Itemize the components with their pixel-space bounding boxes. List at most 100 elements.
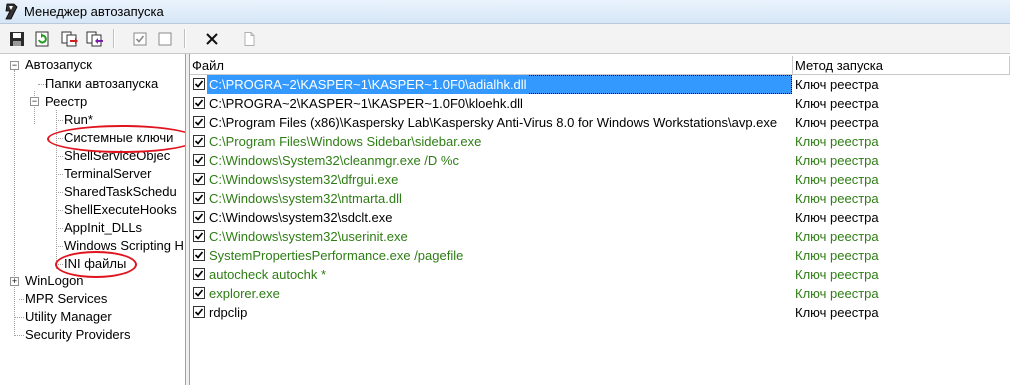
file-cell: C:\Windows\System32\cleanmgr.exe /D %c: [190, 151, 793, 170]
row-checkbox[interactable]: [193, 230, 205, 242]
table-row[interactable]: C:\PROGRA~2\KASPER~1\KASPER~1.0F0\adialh…: [190, 75, 1010, 94]
row-checkbox[interactable]: [193, 211, 205, 223]
column-header-file[interactable]: Файл: [190, 56, 793, 75]
table-row[interactable]: autocheck autochk * Ключ реестра: [190, 265, 1010, 284]
uncheck-icon: [158, 32, 171, 45]
row-checkbox[interactable]: [193, 287, 205, 299]
row-checkbox[interactable]: [193, 135, 205, 147]
file-path: explorer.exe: [209, 286, 280, 301]
uncheck-all-button[interactable]: [154, 28, 175, 49]
check-all-button[interactable]: [129, 28, 150, 49]
new-entry-button[interactable]: [238, 28, 259, 49]
tree-item-autorun[interactable]: Автозапуск: [25, 56, 92, 74]
toolbar-separator: [184, 29, 186, 48]
checkmark-icon: [194, 251, 204, 259]
table-row[interactable]: C:\PROGRA~2\KASPER~1\KASPER~1.0F0\kloehk…: [190, 94, 1010, 113]
export-button[interactable]: [59, 28, 80, 49]
table-row[interactable]: C:\Windows\system32\ntmarta.dll Ключ реес…: [190, 189, 1010, 208]
method-cell: Ключ реестра: [795, 77, 879, 92]
tree-item-sharedtaskscheduler[interactable]: SharedTaskSchedu: [64, 183, 177, 201]
file-cell: C:\PROGRA~2\KASPER~1\KASPER~1.0F0\adialh…: [190, 75, 793, 94]
row-checkbox[interactable]: [193, 173, 205, 185]
table-row[interactable]: C:\Windows\System32\cleanmgr.exe /D %c Кл…: [190, 151, 1010, 170]
checkmark-icon: [194, 175, 204, 183]
file-cell: rdpclip: [190, 303, 793, 322]
table-row[interactable]: rdpclip Ключ реестра: [190, 303, 1010, 322]
import-icon: [86, 31, 103, 46]
method-cell: Ключ реестра: [795, 134, 879, 149]
collapse-root-toggle[interactable]: −: [10, 61, 19, 70]
row-checkbox[interactable]: [193, 249, 205, 261]
autorun-list[interactable]: Файл Метод запуска C:\PROGRA~2\KASPER~1\…: [190, 54, 1010, 385]
table-row[interactable]: C:\Program Files (x86)\Kaspersky Lab\Kas…: [190, 113, 1010, 132]
file-path: C:\PROGRA~2\KASPER~1\KASPER~1.0F0\adialh…: [207, 75, 529, 94]
category-tree[interactable]: − Автозапуск Папки автозапуска − Реестр …: [0, 54, 186, 385]
file-path: rdpclip: [209, 305, 248, 320]
expand-winlogon-toggle[interactable]: +: [10, 277, 19, 286]
checkmark-icon: [194, 80, 204, 88]
tree-connector: [14, 335, 24, 336]
refresh-icon: [35, 31, 48, 46]
checkmark-icon: [194, 232, 204, 240]
check-icon: [133, 32, 146, 45]
tree-connector: [56, 120, 63, 121]
file-cell: C:\Windows\system32\ntmarta.dll: [190, 189, 793, 208]
column-header-method[interactable]: Метод запуска: [793, 56, 1010, 75]
annotation-circle: [55, 251, 137, 278]
tree-connector: [56, 156, 63, 157]
method-cell: Ключ реестра: [795, 153, 879, 168]
tree-connector: [19, 299, 24, 300]
method-cell: Ключ реестра: [795, 267, 879, 282]
row-checkbox[interactable]: [193, 154, 205, 166]
save-icon: [9, 31, 24, 46]
toolbar-separator: [113, 29, 115, 48]
method-cell: Ключ реестра: [795, 229, 879, 244]
tree-item-registry[interactable]: Реестр: [45, 93, 87, 111]
tree-item-terminalserver[interactable]: TerminalServer: [64, 165, 151, 183]
row-checkbox[interactable]: [193, 192, 205, 204]
app-icon: [5, 3, 18, 20]
method-cell: Ключ реестра: [795, 248, 879, 263]
tree-item-appinit-dlls[interactable]: AppInit_DLLs: [64, 219, 142, 237]
table-row[interactable]: C:\Windows\system32\userinit.exe Ключ рее…: [190, 227, 1010, 246]
file-path: C:\Program Files (x86)\Kaspersky Lab\Kas…: [209, 115, 778, 130]
save-button[interactable]: [6, 28, 27, 49]
row-checkbox[interactable]: [193, 97, 205, 109]
new-icon: [244, 31, 254, 46]
checkmark-icon: [194, 99, 204, 107]
collapse-registry-toggle[interactable]: −: [30, 97, 39, 106]
file-path: C:\PROGRA~2\KASPER~1\KASPER~1.0F0\kloehk…: [209, 96, 523, 111]
row-checkbox[interactable]: [193, 268, 205, 280]
refresh-button[interactable]: [31, 28, 52, 49]
tree-item-shellexecutehooks[interactable]: ShellExecuteHooks: [64, 201, 177, 219]
tree-item-security-providers[interactable]: Security Providers: [25, 326, 130, 344]
tree-connector: [56, 174, 63, 175]
checkmark-icon: [194, 194, 204, 202]
file-path: C:\Windows\system32\ntmarta.dll: [209, 191, 402, 206]
table-row[interactable]: C:\Windows\system32\dfrgui.exe Ключ реест…: [190, 170, 1010, 189]
import-button[interactable]: [84, 28, 105, 49]
method-cell: Ключ реестра: [795, 210, 879, 225]
table-row[interactable]: SystemPropertiesPerformance.exe /pagefil…: [190, 246, 1010, 265]
file-cell: explorer.exe: [190, 284, 793, 303]
file-path: C:\Windows\system32\userinit.exe: [209, 229, 408, 244]
annotation-circle: [47, 125, 185, 153]
tree-connector: [14, 70, 15, 336]
table-row[interactable]: C:\Program Files\Windows Sidebar\sidebar…: [190, 132, 1010, 151]
file-cell: SystemPropertiesPerformance.exe /pagefil…: [190, 246, 793, 265]
tree-item-utility-manager[interactable]: Utility Manager: [25, 308, 112, 326]
toolbar: [0, 24, 1010, 54]
tree-item-autorun-folders[interactable]: Папки автозапуска: [45, 75, 158, 93]
tree-connector: [56, 228, 63, 229]
delete-button[interactable]: [201, 28, 222, 49]
title-bar: Менеджер автозапуска: [0, 0, 1010, 24]
row-checkbox[interactable]: [193, 306, 205, 318]
table-row[interactable]: C:\Windows\system32\sdclt.exe Ключ реестр…: [190, 208, 1010, 227]
method-cell: Ключ реестра: [795, 96, 879, 111]
file-path: C:\Windows\System32\cleanmgr.exe /D %c: [209, 153, 459, 168]
row-checkbox[interactable]: [193, 116, 205, 128]
row-checkbox[interactable]: [193, 78, 205, 90]
table-row[interactable]: explorer.exe Ключ реестра: [190, 284, 1010, 303]
tree-item-mpr-services[interactable]: MPR Services: [25, 290, 107, 308]
checkmark-icon: [194, 137, 204, 145]
